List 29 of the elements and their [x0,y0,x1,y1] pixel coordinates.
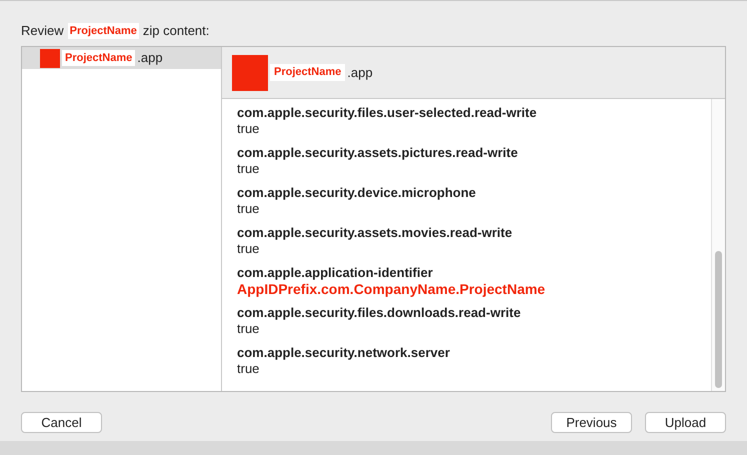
entitlement-key: com.apple.security.assets.pictures.read-write [237,145,711,161]
dialog-title: zip content: [142,22,210,40]
entitlement-value: true [237,201,260,217]
dialog-button[interactable]: Previous [551,412,632,433]
entitlement-value: true [237,241,260,257]
file-list-item[interactable]: ProjectName .app [22,47,221,69]
entitlement-value: true [237,121,260,137]
entitlement-key: com.apple.application-identifier [237,265,711,281]
scrollbar-thumb[interactable] [715,251,722,388]
file-extension: .app [137,49,163,68]
dialog-title: Review [21,22,64,40]
entitlement-key: com.apple.security.network.server [237,345,711,361]
redacted-label: ProjectName [270,64,346,81]
app-icon [232,54,268,90]
entitlement-key: com.apple.security.files.downloads.read-write [237,305,711,321]
redacted-label: ProjectName [62,50,136,66]
entitlement-value: true [237,161,260,177]
entitlement-key: com.apple.security.files.user-selected.read-write [237,105,711,121]
cancel-button[interactable]: Cancel [21,412,102,433]
scrollbar[interactable] [711,99,725,391]
entitlement-key: com.apple.security.device.microphone [237,185,711,201]
entitlement-key: com.apple.security.assets.movies.read-write [237,225,711,241]
entitlement-value: true [237,321,260,337]
file-extension: .app [347,64,373,82]
redacted-label: ProjectName [68,22,139,40]
app-icon [40,48,60,68]
entitlement-value: AppIDPrefix.com.CompanyName.ProjectName [237,281,546,297]
entitlement-value: true [237,361,260,377]
dialog-button[interactable]: Upload [645,412,726,433]
